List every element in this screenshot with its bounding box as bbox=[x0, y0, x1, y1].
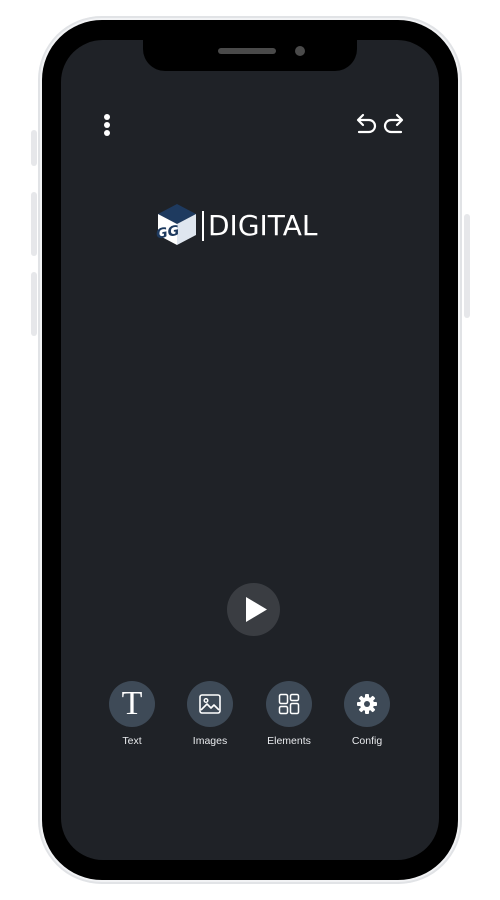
text-tool-button[interactable]: T Text bbox=[97, 681, 167, 753]
undo-icon bbox=[356, 113, 377, 134]
play-icon bbox=[246, 597, 267, 622]
images-tool-button[interactable]: Images bbox=[175, 681, 245, 753]
volume-up-button bbox=[31, 192, 37, 256]
mute-switch bbox=[31, 130, 37, 166]
elements-icon bbox=[278, 693, 300, 715]
more-vertical-icon bbox=[104, 114, 110, 120]
elements-tool-button[interactable]: Elements bbox=[254, 681, 324, 753]
text-tool-circle: T bbox=[109, 681, 155, 727]
config-tool-circle bbox=[344, 681, 390, 727]
redo-button[interactable] bbox=[381, 110, 405, 136]
more-vertical-icon-dot bbox=[104, 122, 110, 128]
undo-button[interactable] bbox=[355, 110, 379, 136]
images-tool-label: Images bbox=[192, 735, 228, 747]
elements-tool-label: Elements bbox=[267, 735, 311, 747]
gear-icon bbox=[357, 694, 377, 714]
front-camera bbox=[295, 46, 305, 56]
power-button bbox=[464, 214, 470, 318]
play-button[interactable] bbox=[227, 583, 280, 636]
image-icon bbox=[199, 694, 221, 714]
app-stage: GG DIGITAL T Text Images Elements Config bbox=[0, 0, 500, 900]
brand-logo: GG DIGITAL bbox=[155, 200, 335, 250]
more-vertical-icon-dot bbox=[104, 130, 110, 136]
more-menu-button[interactable] bbox=[96, 108, 118, 142]
redo-icon bbox=[383, 113, 404, 134]
text-icon: T bbox=[121, 685, 143, 722]
config-tool-label: Config bbox=[351, 735, 383, 747]
text-tool-label: Text bbox=[122, 735, 142, 747]
speaker-grille bbox=[218, 48, 276, 54]
phone-notch bbox=[143, 38, 357, 71]
logo-wordmark: DIGITAL bbox=[208, 209, 318, 242]
logo-divider bbox=[202, 211, 204, 241]
images-tool-circle bbox=[187, 681, 233, 727]
volume-down-button bbox=[31, 272, 37, 336]
logo-cube-icon: GG bbox=[156, 204, 196, 245]
elements-tool-circle bbox=[266, 681, 312, 727]
config-tool-button[interactable]: Config bbox=[332, 681, 402, 753]
